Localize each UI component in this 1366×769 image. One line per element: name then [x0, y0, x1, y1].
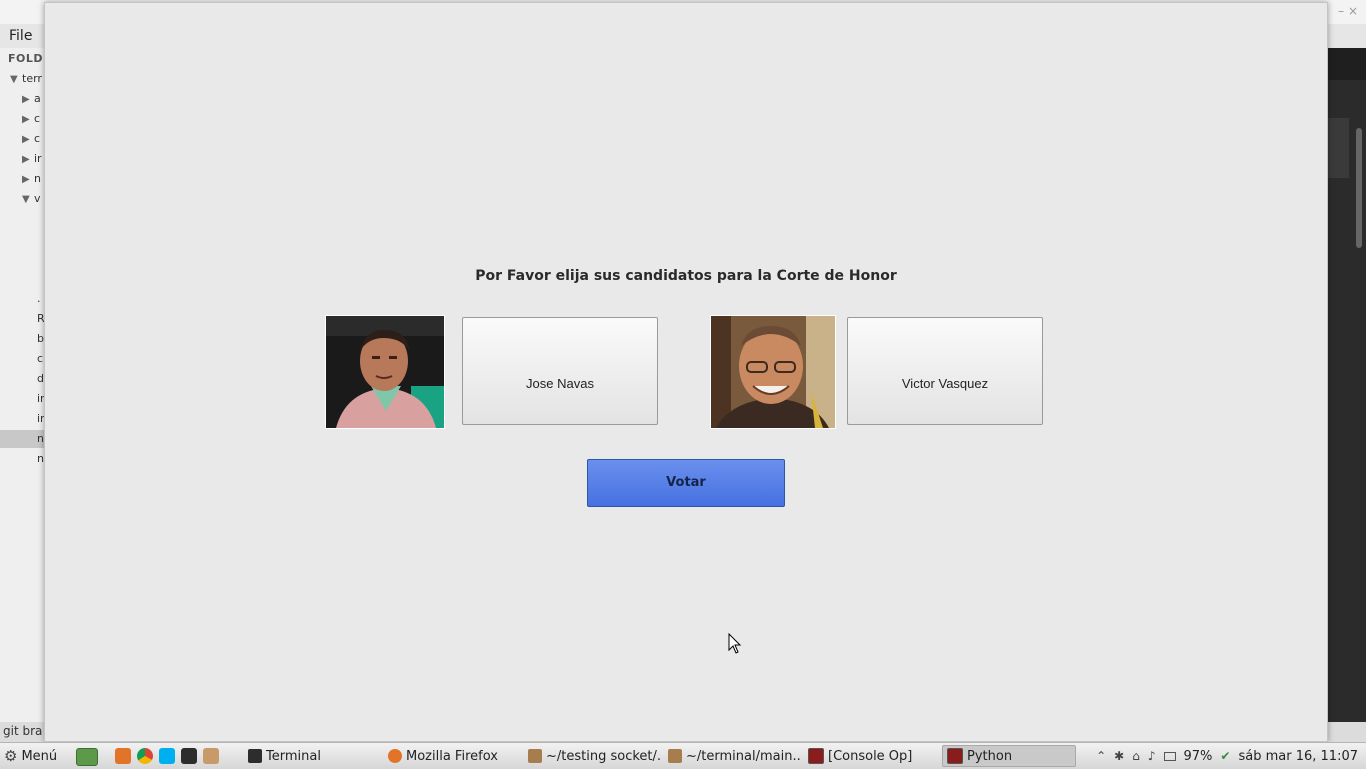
- tree-item-label: c: [34, 112, 41, 125]
- sidebar-header: FOLD: [8, 52, 44, 65]
- task-label: ~/testing socket/...: [546, 748, 660, 764]
- code-editor-pane: [1327, 48, 1366, 738]
- battery-icon[interactable]: [1163, 751, 1176, 761]
- collapsed-triangle-icon: ▶: [22, 114, 30, 125]
- task-editor-testing-socket[interactable]: ~/testing socket/...: [524, 745, 660, 767]
- text-editor-icon: [528, 749, 542, 763]
- editor-tab-bar: [1327, 48, 1366, 80]
- text-editor-icon: [668, 749, 682, 763]
- console-icon: [808, 748, 824, 764]
- gimp-icon[interactable]: [203, 748, 219, 764]
- expanded-triangle-icon: ▼: [22, 194, 30, 205]
- battery-percent: 97%: [1183, 748, 1213, 764]
- file-item[interactable]: b: [37, 332, 44, 345]
- collapsed-triangle-icon: ▶: [22, 154, 30, 165]
- window-controls[interactable]: – ×: [1338, 4, 1358, 18]
- tree-item[interactable]: ▶ a: [22, 92, 41, 105]
- gear-icon: ⚙: [4, 747, 18, 765]
- show-desktop-icon[interactable]: [76, 748, 98, 766]
- candidate-button-jose-navas[interactable]: Jose Navas: [462, 317, 658, 425]
- task-label: [Console Op]: [828, 748, 913, 764]
- tree-item[interactable]: ▶ n: [22, 172, 41, 185]
- tree-item-label: ir: [34, 152, 42, 165]
- tree-item-label: v: [34, 192, 41, 205]
- git-status-text: git bra: [3, 724, 43, 738]
- mouse-cursor-icon: [728, 633, 742, 654]
- volume-icon[interactable]: ♪: [1148, 749, 1156, 763]
- editor-scrollbar[interactable]: [1356, 128, 1362, 248]
- file-item[interactable]: n: [37, 452, 44, 465]
- network-icon[interactable]: ⌂: [1132, 749, 1140, 763]
- minimap[interactable]: [1327, 118, 1349, 178]
- task-label: Terminal: [266, 748, 321, 764]
- collapsed-triangle-icon: ▶: [22, 174, 30, 185]
- python-window-icon: [947, 748, 963, 764]
- clock[interactable]: sáb mar 16, 11:07: [1238, 749, 1358, 764]
- task-label: ~/terminal/main....: [686, 748, 800, 764]
- expanded-triangle-icon: ▼: [10, 74, 18, 85]
- terminal-icon[interactable]: [181, 748, 197, 764]
- file-item[interactable]: c: [37, 352, 43, 365]
- voting-dialog-window: Por Favor elija sus candidatos para la C…: [44, 2, 1328, 742]
- vote-button[interactable]: Votar: [587, 459, 785, 507]
- tree-item[interactable]: ▼ terr: [10, 72, 42, 85]
- start-menu-label: Menú: [21, 748, 58, 764]
- tree-item-label: n: [34, 172, 41, 185]
- shield-icon[interactable]: ✔: [1220, 749, 1230, 763]
- file-item[interactable]: d: [37, 372, 44, 385]
- tree-item-label: a: [34, 92, 41, 105]
- taskbar: ⚙ Menú Terminal Mozilla Firefox ~/testin…: [0, 742, 1366, 769]
- firefox-icon: [388, 749, 402, 763]
- firefox-icon[interactable]: [115, 748, 131, 764]
- candidate-button-victor-vasquez[interactable]: Victor Vasquez: [847, 317, 1043, 425]
- bluetooth-icon[interactable]: ✱: [1114, 749, 1124, 763]
- task-label: Python: [967, 748, 1013, 764]
- start-menu-button[interactable]: ⚙ Menú: [4, 743, 57, 769]
- tree-item[interactable]: ▼ v: [22, 192, 41, 205]
- task-label: Mozilla Firefox: [406, 748, 498, 764]
- tree-item-label: terr: [22, 72, 42, 85]
- chrome-icon[interactable]: [137, 748, 153, 764]
- file-menu[interactable]: File: [9, 28, 32, 44]
- terminal-icon: [248, 749, 262, 763]
- collapsed-triangle-icon: ▶: [22, 134, 30, 145]
- file-item[interactable]: .: [37, 292, 41, 305]
- tree-item-label: c: [34, 132, 41, 145]
- tree-item[interactable]: ▶ c: [22, 132, 40, 145]
- task-editor-terminal-main[interactable]: ~/terminal/main....: [664, 745, 800, 767]
- collapsed-triangle-icon: ▶: [22, 94, 30, 105]
- tree-item[interactable]: ▶ ir: [22, 152, 42, 165]
- tree-item[interactable]: ▶ c: [22, 112, 40, 125]
- task-python[interactable]: Python: [942, 745, 1076, 767]
- task-firefox[interactable]: Mozilla Firefox: [384, 745, 518, 767]
- skype-icon[interactable]: [159, 748, 175, 764]
- candidate-photo-jose-navas: [325, 315, 445, 429]
- task-terminal[interactable]: Terminal: [244, 745, 378, 767]
- task-console[interactable]: [Console Op]: [804, 745, 938, 767]
- dialog-prompt: Por Favor elija sus candidatos para la C…: [475, 268, 897, 284]
- candidate-photo-victor-vasquez: [710, 315, 836, 429]
- file-item[interactable]: n: [37, 432, 44, 445]
- system-tray: ⌃ ✱ ⌂ ♪ 97% ✔ sáb mar 16, 11:07: [1096, 743, 1358, 769]
- chevron-up-icon[interactable]: ⌃: [1096, 749, 1106, 763]
